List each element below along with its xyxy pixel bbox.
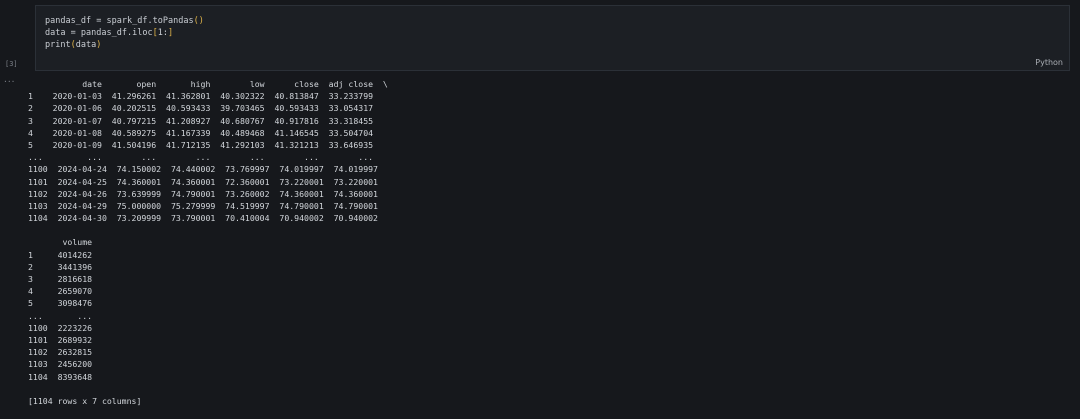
output-line: 1103 2024-04-29 75.000000 75.279999 74.5… (28, 200, 378, 211)
output-line: 1 4014262 (28, 249, 93, 260)
output-line: 1102 2632815 (28, 347, 93, 358)
output-line: 1103 2456200 (28, 359, 93, 370)
code-line[interactable]: pandas_df = spark_df.toPandas() (45, 16, 204, 26)
output-line: 1104 8393648 (28, 371, 93, 382)
output-line: 3 2020-01-07 40.797215 41.208927 40.6807… (28, 115, 374, 126)
output-line: 1101 2689932 (28, 334, 93, 345)
output-line: volume (28, 237, 93, 248)
output-line: 3 2816618 (28, 274, 93, 284)
code-line[interactable]: data = pandas_df.iloc[1:] (45, 28, 173, 38)
output-line: 1102 2024-04-26 73.639999 74.790001 73.2… (28, 188, 378, 199)
output-line: [1104 rows x 7 columns] (28, 395, 142, 406)
code-line[interactable]: print(data) (45, 40, 101, 50)
code-cell[interactable]: pandas_df = spark_df.toPandas() data = p… (35, 5, 1070, 71)
cell-language-label[interactable]: Python (1035, 58, 1063, 67)
output-line: 5 3098476 (28, 298, 93, 309)
output-line: 2 3441396 (28, 261, 93, 272)
output-line: ... ... ... ... ... ... ... (28, 152, 374, 163)
output-line: 4 2020-01-08 40.589275 41.167339 40.4894… (28, 127, 374, 138)
output-line: 5 2020-01-09 41.504196 41.712135 41.2921… (28, 139, 374, 150)
output-line: 2 2020-01-06 40.202515 40.593433 39.7034… (28, 103, 374, 114)
output-line: 4 2659070 (28, 286, 93, 297)
output-line: 1100 2024-04-24 74.150002 74.440002 73.7… (28, 164, 378, 175)
output-line: 1104 2024-04-30 73.209999 73.790001 70.4… (28, 213, 378, 224)
output-line: 1101 2024-04-25 74.360001 74.360001 72.3… (28, 176, 378, 187)
code-editor[interactable]: pandas_df = spark_df.toPandas() data = p… (45, 15, 204, 51)
output-line: 1100 2223226 (28, 322, 93, 333)
cell-output: date open high low close adj close \ 1 20… (28, 78, 388, 407)
output-line: date open high low close adj close \ (28, 79, 388, 89)
ellipsis-icon[interactable]: ... (3, 76, 15, 84)
output-line: 1 2020-01-03 41.296261 41.362801 40.3023… (28, 91, 374, 102)
output-line: ... ... (28, 310, 93, 321)
execution-count: [3] (5, 60, 18, 68)
